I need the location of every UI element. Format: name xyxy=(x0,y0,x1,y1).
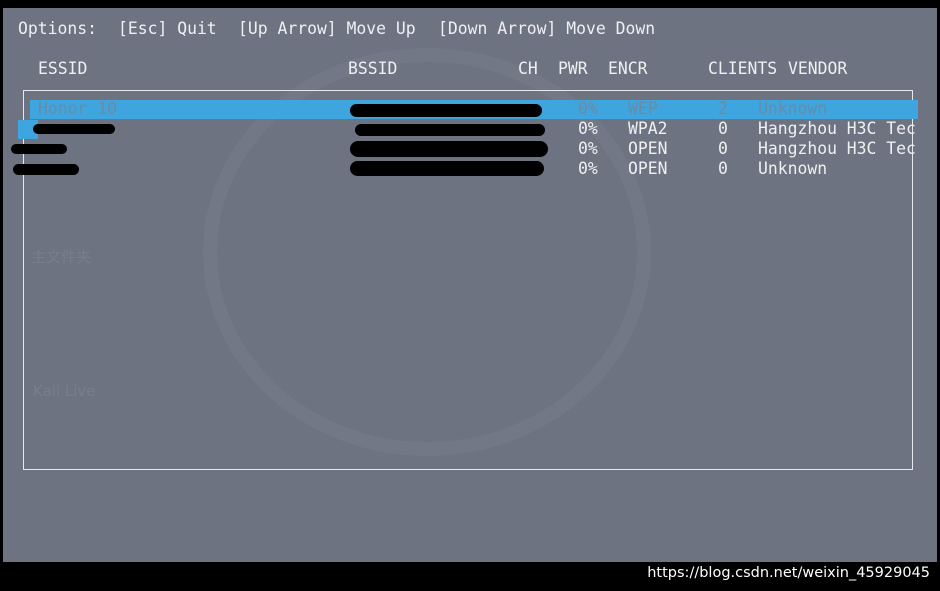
terminal-screen: 主文件夹 Kali Live Options: [Esc] Quit [Up A… xyxy=(3,8,937,562)
row-1-vendor: Hangzhou H3C Tec xyxy=(758,119,916,138)
redaction-mark xyxy=(11,144,67,154)
option-move-down[interactable]: [Down Arrow] Move Down xyxy=(438,19,655,39)
row-0-essid[interactable]: Honor 10 xyxy=(38,99,117,119)
option-quit[interactable]: [Esc] Quit xyxy=(118,19,217,39)
redaction-mark xyxy=(350,141,548,157)
redaction-mark xyxy=(355,124,545,136)
redaction-mark xyxy=(13,164,79,175)
row-2-clients: 0 xyxy=(718,139,728,158)
col-ch: CH xyxy=(518,59,538,78)
row-3-vendor: Unknown xyxy=(758,159,828,178)
row-3-encr: OPEN xyxy=(628,159,668,178)
redaction-mark xyxy=(350,161,544,176)
row-0-vendor: Unknown xyxy=(758,99,828,118)
row-0-pwr: 0% xyxy=(578,99,598,118)
redaction-mark xyxy=(33,124,115,134)
row-0-encr: WEP xyxy=(628,99,658,118)
options-label: Options: xyxy=(18,19,97,38)
col-vendor: VENDOR xyxy=(788,59,848,78)
row-1-clients: 0 xyxy=(718,119,728,138)
row-2-encr: OPEN xyxy=(628,139,668,158)
col-bssid: BSSID xyxy=(348,59,398,78)
row-3-pwr: 0% xyxy=(578,159,598,178)
row-1-pwr: 0% xyxy=(578,119,598,138)
row-3-clients: 0 xyxy=(718,159,728,178)
col-essid: ESSID xyxy=(38,59,88,78)
row-2-pwr: 0% xyxy=(578,139,598,158)
option-move-up[interactable]: [Up Arrow] Move Up xyxy=(238,19,416,39)
row-0-clients: 2 xyxy=(718,99,728,118)
col-encr: ENCR xyxy=(608,59,648,78)
col-clients: CLIENTS xyxy=(708,59,778,78)
blog-watermark: https://blog.csdn.net/weixin_45929045 xyxy=(647,565,930,581)
row-2-vendor: Hangzhou H3C Tec xyxy=(758,139,916,158)
col-pwr: PWR xyxy=(558,59,588,78)
row-1-encr: WPA2 xyxy=(628,119,668,138)
redaction-mark xyxy=(350,104,542,117)
